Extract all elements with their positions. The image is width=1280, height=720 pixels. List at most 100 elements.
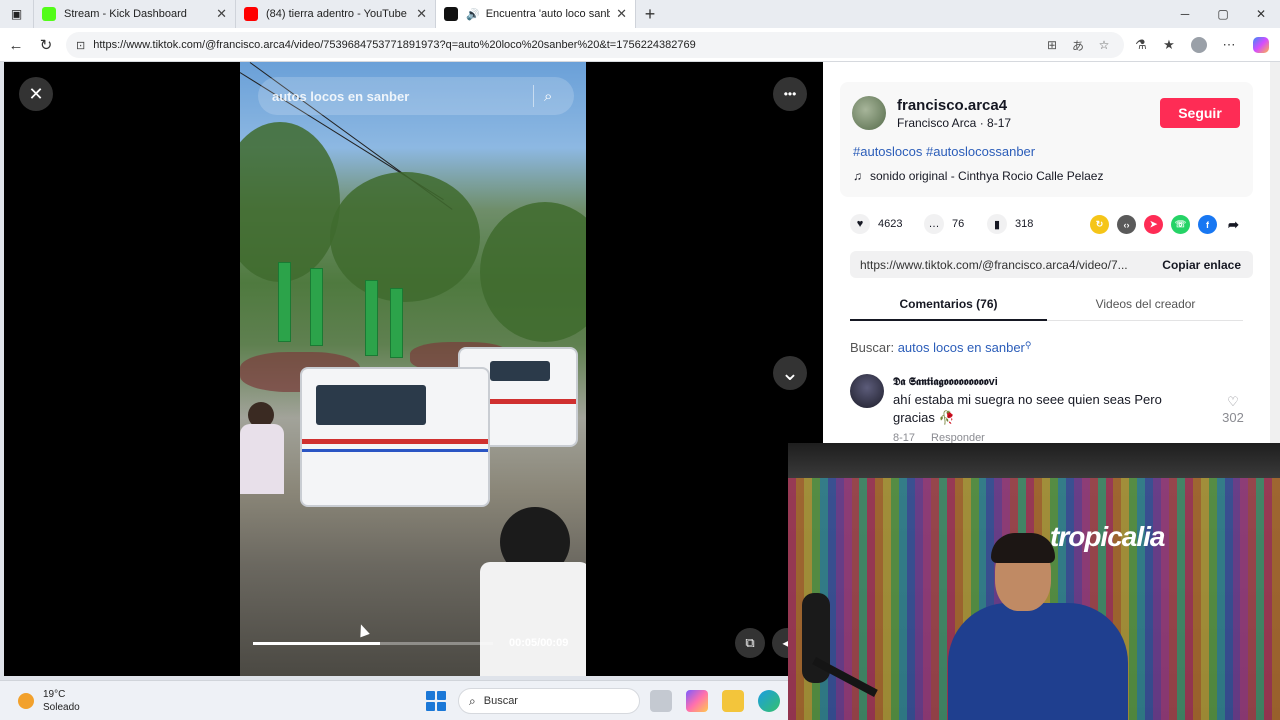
profile-avatar-icon[interactable] [1186,32,1212,58]
neon-stripe [1240,443,1249,720]
ambulance-front [300,367,490,507]
neon-stripe [1176,443,1185,720]
settings-more-icon[interactable]: ⋯ [1216,32,1242,58]
comment-count: 76 [952,218,965,230]
close-tab-icon[interactable]: ✕ [616,6,627,22]
copy-link-button[interactable]: Copiar enlace [1150,258,1253,272]
task-view-icon[interactable] [650,690,672,712]
tab-kick[interactable]: Stream - Kick Dashboard ✕ [34,0,236,28]
sound-link[interactable]: ♫ sonido original - Cinthya Rocio Calle P… [853,169,1103,183]
comment-like-button[interactable]: ♡ 302 [1218,394,1248,425]
neon-stripe [1224,443,1233,720]
site-info-icon[interactable]: ⊡ [76,39,85,52]
like-button[interactable]: ♥ 4623 [850,214,902,234]
tab-label: Encuentra 'auto loco sanber [485,8,611,20]
hashtags-link[interactable]: #autoslocos #autoslocossanber [853,144,1035,159]
taskbar-search-label: Buscar [483,695,518,707]
commenter-username[interactable]: 𝕯𝖆 𝕾𝖆𝖓𝖙𝖎𝖆𝖌𝖔𝖔𝖔𝖔𝖔𝖔𝖔𝖔𝖔vi [893,376,998,389]
related-search: Buscar: autos locos en sanber⚲ [850,340,1031,355]
bookmark-icon: ▮ [987,214,1007,234]
neon-stripe [1161,443,1169,720]
tab-tiktok[interactable]: 🔊 Encuentra 'auto loco sanber ✕ [436,0,636,28]
video-search-bar[interactable]: autos locos en sanber ⌕ [258,77,574,115]
url-field[interactable]: ⊡ https://www.tiktok.com/@francisco.arca… [66,32,1124,58]
page-scrollbar[interactable] [1270,62,1280,443]
neon-stripe [859,443,868,720]
green-banner [278,262,291,342]
neon-stripe [891,443,900,720]
comment-button[interactable]: … 76 [924,214,964,234]
search-prefix: Buscar: [850,340,898,355]
commenter-avatar[interactable] [850,374,884,408]
close-tab-icon[interactable]: ✕ [216,6,227,22]
video-player[interactable]: autos locos en sanber ⌕ ✕ ••• ⌄ 00:05/00… [4,62,823,676]
windows-taskbar: 19°C Soleado ⌕ Buscar [0,680,788,720]
weather-temperature[interactable]: 19°C [43,689,65,700]
embed-icon[interactable]: ‹› [1117,215,1136,234]
close-video-button[interactable]: ✕ [19,77,53,111]
author-username[interactable]: francisco.arca4 [897,97,1007,114]
taskbar-search[interactable]: ⌕ Buscar [458,688,640,714]
tab-creator-videos[interactable]: Videos del creador [1047,297,1244,311]
minimize-icon[interactable]: ─ [1166,0,1204,28]
tree [330,172,480,302]
tab-youtube[interactable]: (84) tierra adentro - YouTube ✕ [236,0,436,28]
browser-tab-bar: ▣ Stream - Kick Dashboard ✕ (84) tierra … [0,0,1280,28]
neon-stripe [875,443,884,720]
new-tab-button[interactable]: + [636,4,664,25]
windows-start-icon[interactable] [426,691,446,711]
favorite-star-icon[interactable]: ☆ [1092,32,1116,58]
spectator [240,424,284,494]
next-video-button[interactable]: ⌄ [773,356,807,390]
save-button[interactable]: ▮ 318 [987,214,1033,234]
translate-icon[interactable]: あ [1066,32,1090,58]
back-icon[interactable]: ← [2,31,30,59]
share-arrow-icon[interactable]: ➦ [1224,215,1243,234]
like-count: 4623 [878,218,903,230]
close-tab-icon[interactable]: ✕ [416,6,427,22]
file-explorer-icon[interactable] [722,690,744,712]
facebook-icon[interactable]: f [1198,215,1217,234]
video-link-text: https://www.tiktok.com/@francisco.arca4/… [860,257,1128,272]
favorites-icon[interactable]: ★ [1156,32,1182,58]
audio-playing-icon[interactable]: 🔊 [466,8,480,21]
tab-comments[interactable]: Comentarios (76) [850,297,1047,311]
more-options-button[interactable]: ••• [773,77,807,111]
neon-stripe [1256,443,1265,720]
app-available-icon[interactable]: ⊞ [1040,32,1064,58]
related-search-link[interactable]: autos locos en sanber [898,340,1025,355]
author-avatar[interactable] [852,96,886,130]
reply-button[interactable]: Responder [931,432,985,443]
video-progress-bar[interactable] [253,642,493,645]
neon-stripe [930,443,939,720]
save-count: 318 [1015,218,1034,230]
neon-stripe [922,443,931,720]
maximize-icon[interactable]: ▢ [1204,0,1242,28]
tab-label: (84) tierra adentro - YouTube [266,8,407,20]
video-time: 00:05/00:09 [509,637,569,649]
repost-icon[interactable]: ↻ [1090,215,1109,234]
reload-icon[interactable]: ↻ [32,31,60,59]
picture-in-picture-icon[interactable]: ⧉ [735,628,765,658]
video-frame[interactable] [240,62,586,676]
follow-button[interactable]: Seguir [1160,98,1240,128]
copilot-icon[interactable] [1248,32,1274,58]
send-to-friend-icon[interactable]: ➤ [1144,215,1163,234]
comment-meta: 8-17 Responder [893,432,985,443]
copilot-taskbar-icon[interactable] [686,690,708,712]
weather-condition[interactable]: Soleado [43,702,80,713]
whatsapp-icon[interactable]: ☏ [1171,215,1190,234]
close-window-icon[interactable]: ✕ [1242,0,1280,28]
extension-icon[interactable]: ⚗ [1128,32,1154,58]
neon-stripe [1272,443,1280,720]
sun-icon[interactable] [18,693,34,709]
tab-actions-icon: ▣ [10,7,23,21]
neon-stripe [867,443,876,720]
neon-stripe [1232,443,1241,720]
tab-label: Stream - Kick Dashboard [64,8,187,20]
edge-browser-icon[interactable] [758,690,780,712]
tab-actions-button[interactable]: ▣ [0,0,34,28]
search-icon[interactable]: ⌕ [544,88,574,105]
neon-stripe [1248,443,1257,720]
neon-stripe [1184,443,1193,720]
